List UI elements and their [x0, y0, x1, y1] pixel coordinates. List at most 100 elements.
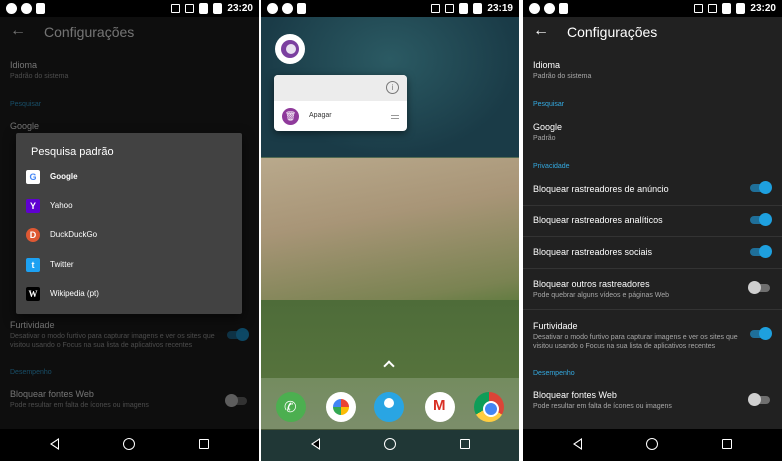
- category-search: Pesquisar: [533, 101, 565, 108]
- engine-option-wikipedia[interactable]: W Wikipedia (pt): [26, 284, 232, 304]
- app-shortcut-menu: i 🗑 Apagar: [274, 75, 407, 131]
- vibrate-icon: [171, 4, 181, 13]
- block-analytics-toggle[interactable]: [750, 213, 772, 226]
- setting-summary: Padrão do sistema: [533, 73, 592, 80]
- alarm-icon: [708, 4, 718, 13]
- app-toolbar: ← Configurações: [523, 17, 782, 47]
- nav-recents-icon[interactable]: [460, 439, 470, 449]
- nav-home-icon[interactable]: [384, 438, 396, 450]
- block-fonts-toggle[interactable]: [748, 393, 770, 406]
- vibrate-icon: [694, 4, 704, 13]
- dialog-title: Pesquisa padrão: [31, 146, 114, 158]
- phone-app-icon[interactable]: [276, 392, 306, 422]
- battery-icon: [736, 3, 746, 14]
- firefox-notification-icon: [267, 3, 278, 14]
- nav-home-icon[interactable]: [646, 438, 658, 450]
- engine-option-duckduckgo[interactable]: D DuckDuckGo: [26, 225, 232, 245]
- duckduckgo-icon: D: [26, 228, 40, 242]
- phone-right: 23:20 ← Configurações Idioma Padrão do s…: [523, 0, 782, 461]
- nav-recents-icon[interactable]: [722, 439, 732, 449]
- setting-title: Furtividade: [533, 321, 578, 331]
- divider: [523, 205, 782, 206]
- block-other-toggle[interactable]: [748, 281, 770, 294]
- setting-title: Bloquear outros rastreadores: [533, 279, 650, 289]
- info-icon[interactable]: i: [386, 81, 399, 94]
- engine-label: Google: [50, 172, 78, 181]
- chrome-app-icon[interactable]: [474, 392, 504, 422]
- trash-icon: 🗑: [282, 108, 299, 125]
- setting-title: Bloquear rastreadores sociais: [533, 247, 653, 257]
- yahoo-icon: Y: [26, 199, 40, 213]
- category-performance: Desempenho: [533, 370, 575, 377]
- status-bar: 23:20: [523, 0, 782, 17]
- engine-label: DuckDuckGo: [50, 230, 98, 239]
- status-bar: 23:20: [0, 0, 259, 17]
- setting-summary: Pode quebrar alguns vídeos e páginas Web: [533, 292, 670, 299]
- stealth-setting[interactable]: Furtividade Desativar o modo furtivo par…: [533, 321, 772, 351]
- contacts-app-icon[interactable]: [374, 392, 404, 422]
- setting-title: Bloquear rastreadores analíticos: [533, 215, 663, 225]
- nav-back-icon[interactable]: [311, 438, 320, 450]
- airplane-icon: [722, 3, 732, 14]
- block-ads-toggle[interactable]: [750, 181, 772, 194]
- block-social-toggle[interactable]: [750, 245, 772, 258]
- default-search-dialog: Pesquisa padrão G Google Y Yahoo D DuckD…: [16, 133, 242, 314]
- back-arrow-icon[interactable]: ←: [533, 23, 549, 39]
- block-fonts-setting[interactable]: Bloquear fontes Web Pode resultar em fal…: [533, 390, 772, 411]
- nav-recents-icon[interactable]: [199, 439, 209, 449]
- setting-title: Bloquear rastreadores de anúncio: [533, 184, 669, 194]
- google-icon: G: [26, 170, 40, 184]
- wikipedia-icon: W: [26, 287, 40, 301]
- block-analytics-setting[interactable]: Bloquear rastreadores analíticos: [533, 215, 772, 225]
- engine-option-twitter[interactable]: t Twitter: [26, 255, 232, 275]
- navigation-bar: [523, 429, 782, 461]
- airplane-icon: [199, 3, 209, 14]
- clock: 23:19: [487, 3, 513, 14]
- twitter-icon: t: [26, 258, 40, 272]
- wallpaper-sand: [261, 158, 519, 308]
- nav-back-icon[interactable]: [50, 438, 59, 450]
- photos-app-icon[interactable]: [326, 392, 356, 422]
- nav-home-icon[interactable]: [123, 438, 135, 450]
- setting-summary: Desativar o modo furtivo para capturar i…: [533, 334, 738, 350]
- clock: 23:20: [750, 3, 776, 14]
- firefox-notification-icon: [529, 3, 540, 14]
- block-other-setting[interactable]: Bloquear outros rastreadores Pode quebra…: [533, 279, 772, 300]
- setting-title: Google: [533, 122, 563, 132]
- navigation-bar: [0, 429, 259, 461]
- settings-list: Idioma Padrão do sistema Pesquisar Googl…: [523, 47, 782, 429]
- navigation-bar: [261, 429, 519, 461]
- shortcut-menu-header: i: [274, 75, 407, 101]
- dock: [261, 378, 519, 429]
- firefox-focus-app-icon[interactable]: [275, 34, 305, 64]
- focus-notification-icon: [544, 3, 555, 14]
- focus-notification-icon: [282, 3, 293, 14]
- setting-title: Idioma: [533, 60, 561, 70]
- engine-label: Twitter: [50, 260, 74, 269]
- drag-handle-icon[interactable]: [391, 115, 399, 119]
- alarm-icon: [445, 4, 455, 13]
- search-engine-setting[interactable]: Google Padrão: [533, 122, 772, 143]
- engine-label: Wikipedia (pt): [50, 289, 99, 298]
- divider: [523, 268, 782, 269]
- block-ads-setting[interactable]: Bloquear rastreadores de anúncio: [533, 184, 772, 194]
- phone-left: 23:20 ← Configurações Idioma Padrão do s…: [0, 0, 259, 461]
- firefox-notification-icon: [6, 3, 17, 14]
- shortcut-erase[interactable]: Apagar: [309, 112, 332, 119]
- battery-icon: [473, 3, 483, 14]
- divider: [523, 309, 782, 310]
- stealth-toggle[interactable]: [750, 327, 772, 340]
- divider: [523, 236, 782, 237]
- phone-middle: 23:19 i 🗑 Apagar: [261, 0, 519, 461]
- engine-option-yahoo[interactable]: Y Yahoo: [26, 196, 232, 216]
- block-social-setting[interactable]: Bloquear rastreadores sociais: [533, 247, 772, 257]
- airplane-icon: [459, 3, 469, 14]
- clock: 23:20: [227, 3, 253, 14]
- vibrate-icon: [431, 4, 441, 13]
- page-title: Configurações: [567, 24, 658, 40]
- language-setting[interactable]: Idioma Padrão do sistema: [533, 60, 772, 81]
- gmail-app-icon[interactable]: [425, 392, 455, 422]
- engine-option-google[interactable]: G Google: [26, 167, 232, 187]
- category-privacy: Privacidade: [533, 163, 570, 170]
- nav-back-icon[interactable]: [573, 438, 582, 450]
